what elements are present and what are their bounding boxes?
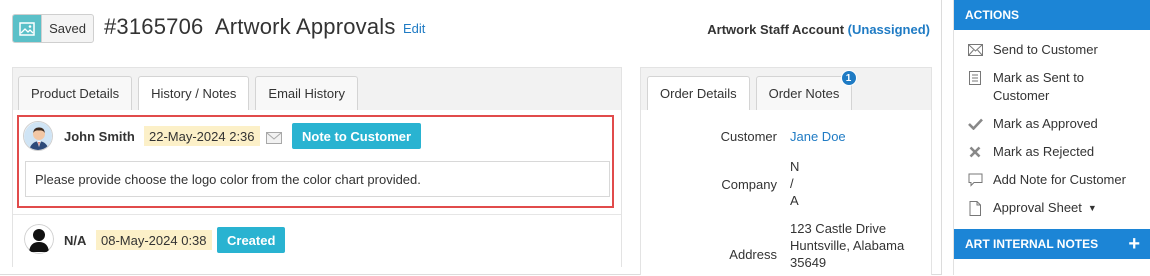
actions-sidebar: ACTIONS Send to Customer Mark as Sent to… — [953, 0, 1150, 275]
page-title: #3165706 Artwork Approvals — [104, 14, 396, 39]
checkmark-icon — [967, 115, 983, 133]
action-mark-rejected[interactable]: Mark as Rejected — [954, 138, 1150, 166]
add-icon[interactable]: + — [1128, 233, 1140, 256]
note-date: 22-May-2024 2:36 — [144, 126, 260, 146]
actions-header: ACTIONS — [954, 0, 1150, 30]
order-panel: Order Details Order Notes 1 Customer Jan… — [640, 67, 932, 276]
note-type-badge: Note to Customer — [292, 123, 422, 149]
address-label: Address — [729, 247, 777, 262]
company-line: N — [790, 159, 800, 174]
divider — [13, 214, 621, 215]
staff-assignee-link[interactable]: (Unassigned) — [848, 22, 930, 37]
image-icon — [13, 15, 42, 42]
action-label: Mark as Sent to Customer — [993, 70, 1085, 103]
action-mark-sent[interactable]: Mark as Sent to Customer — [954, 64, 1150, 110]
tab-history-notes[interactable]: History / Notes — [138, 76, 250, 110]
actions-list: Send to Customer Mark as Sent to Custome… — [954, 30, 1150, 222]
page-header: Saved #3165706 Artwork Approvals Edit Ar… — [0, 0, 942, 58]
note-date: 08-May-2024 0:38 — [96, 230, 212, 250]
tab-order-notes-label: Order Notes — [768, 86, 840, 101]
avatar — [24, 224, 54, 254]
history-tabs: Product Details History / Notes Email Hi… — [18, 76, 364, 110]
internal-notes-title: ART INTERNAL NOTES — [965, 237, 1099, 251]
company-line: / — [790, 176, 794, 191]
action-label: Send to Customer — [993, 42, 1098, 57]
order-tabs: Order Details Order Notes 1 — [647, 70, 858, 110]
tab-product-details[interactable]: Product Details — [18, 76, 133, 110]
file-icon — [967, 199, 983, 217]
envelope-icon — [266, 131, 282, 144]
action-add-note[interactable]: Add Note for Customer — [954, 166, 1150, 194]
artwork-saved-badge[interactable]: Saved — [12, 14, 94, 43]
address-line: 35649 — [790, 255, 827, 270]
action-label: Add Note for Customer — [993, 172, 1126, 187]
avatar — [23, 121, 53, 151]
customer-link[interactable]: Jane Doe — [790, 129, 846, 145]
company-label: Company — [721, 177, 777, 192]
history-content: John Smith 22-May-2024 2:36 Note to Cust… — [13, 110, 621, 268]
envelope-icon — [967, 41, 983, 59]
edit-link[interactable]: Edit — [403, 21, 425, 36]
action-mark-approved[interactable]: Mark as Approved — [954, 110, 1150, 138]
action-label: Approval Sheet — [993, 200, 1082, 215]
customer-label: Customer — [720, 129, 777, 144]
note-type-badge: Created — [217, 227, 286, 253]
note-author: John Smith — [64, 129, 135, 144]
address-line: Huntsville, Alabama — [790, 238, 905, 253]
caret-down-icon: ▼ — [1087, 203, 1097, 213]
note-author: N/A — [64, 233, 87, 248]
tab-order-notes[interactable]: Order Notes 1 — [755, 70, 857, 110]
action-label: Mark as Approved — [993, 116, 1098, 131]
x-icon — [967, 143, 983, 161]
document-list-icon — [967, 69, 983, 87]
action-approval-sheet[interactable]: Approval Sheet ▼ — [954, 194, 1150, 222]
user-avatar-icon — [24, 122, 52, 150]
staff-label: Artwork Staff Account — [707, 22, 845, 37]
company-value: N / A — [790, 158, 799, 209]
order-details-content: Customer Jane Doe Company N / A Address … — [641, 110, 931, 276]
notification-badge: 1 — [840, 70, 857, 86]
saved-label: Saved — [49, 21, 86, 36]
address-value: 123 Castle Drive Huntsville, Alabama 356… — [790, 220, 904, 271]
history-entry: John Smith 22-May-2024 2:36 Note to Cust… — [17, 115, 614, 208]
user-silhouette-icon — [24, 224, 54, 254]
address-line: 123 Castle Drive — [790, 221, 887, 236]
internal-notes-header: ART INTERNAL NOTES + — [954, 229, 1150, 259]
action-label: Mark as Rejected — [993, 144, 1095, 159]
tab-order-details[interactable]: Order Details — [647, 76, 750, 110]
note-text: Please provide choose the logo color fro… — [25, 161, 610, 197]
speech-bubble-icon — [967, 171, 983, 189]
staff-account: Artwork Staff Account (Unassigned) — [707, 22, 930, 37]
action-send-to-customer[interactable]: Send to Customer — [954, 36, 1150, 64]
tab-email-history[interactable]: Email History — [255, 76, 358, 110]
main-area: Saved #3165706 Artwork Approvals Edit Ar… — [0, 0, 942, 276]
history-panel: Product Details History / Notes Email Hi… — [12, 67, 622, 268]
company-line: A — [790, 193, 799, 208]
